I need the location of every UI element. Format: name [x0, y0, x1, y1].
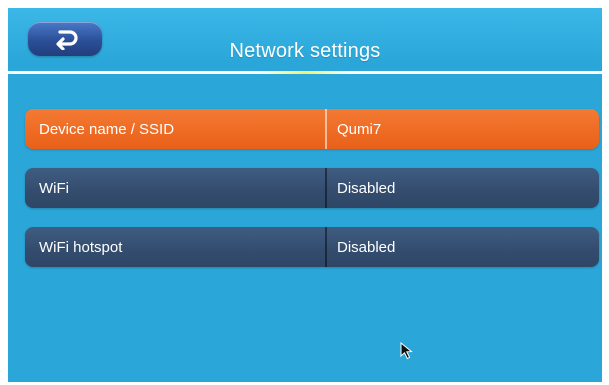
setting-label: WiFi hotspot [39, 238, 123, 256]
setting-value: Qumi7 [337, 120, 382, 138]
setting-value: Disabled [337, 238, 396, 256]
setting-row-wifi-hotspot[interactable]: WiFi hotspot Disabled [25, 227, 599, 267]
setting-value: Disabled [337, 179, 396, 197]
setting-row-wifi[interactable]: WiFi Disabled [25, 168, 599, 208]
page-title: Network settings [229, 40, 381, 62]
setting-row-device-name[interactable]: Device name / SSID Qumi7 [25, 109, 599, 149]
header: Network settings [8, 8, 602, 74]
header-divider [8, 71, 602, 74]
setting-label: WiFi [39, 179, 69, 197]
mouse-pointer-icon [400, 342, 413, 360]
network-settings-screen: Network settings Device name / SSID Qumi… [8, 8, 602, 382]
settings-list: Device name / SSID Qumi7 WiFi Disabled W… [25, 109, 599, 286]
setting-label: Device name / SSID [39, 120, 175, 138]
